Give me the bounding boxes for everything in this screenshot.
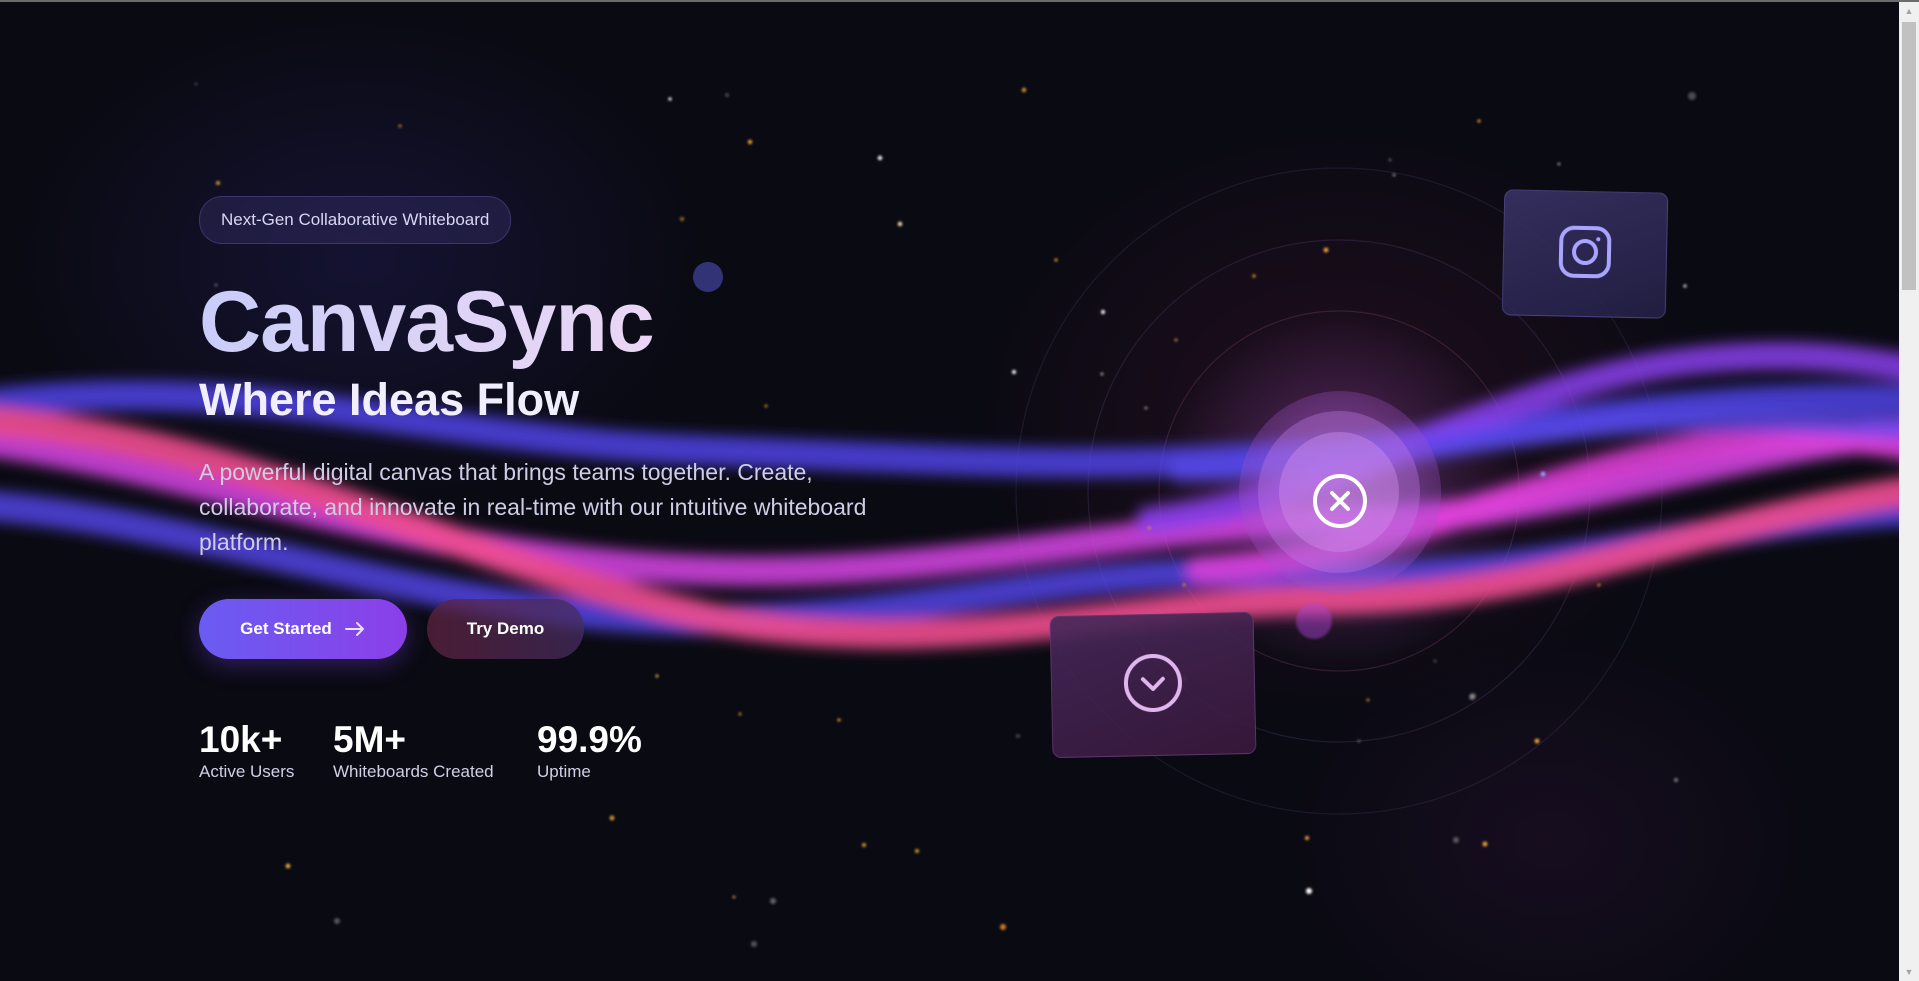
get-started-label: Get Started	[240, 619, 332, 638]
scroll-up-icon[interactable]: ▲	[1899, 2, 1919, 20]
scrollbar-thumb[interactable]	[1902, 22, 1916, 290]
orb-close-button[interactable]	[1278, 441, 1402, 565]
stat-active-users: 10k+ Active Users	[199, 720, 294, 783]
close-circle-icon	[1311, 472, 1369, 535]
chevron-down-circle-icon	[1121, 651, 1184, 719]
floating-card-instagram	[1501, 189, 1669, 319]
accent-dot	[1296, 603, 1332, 639]
stat-label: Whiteboards Created	[333, 762, 494, 781]
window-top-border	[0, 0, 1919, 2]
try-demo-button[interactable]: Try Demo	[427, 599, 584, 659]
arrow-right-icon	[344, 621, 366, 637]
stat-uptime: 99.9% Uptime	[537, 720, 642, 783]
tagline-badge: Next-Gen Collaborative Whiteboard	[199, 196, 512, 244]
hero-section: Next-Gen Collaborative Whiteboard CanvaS…	[0, 0, 1899, 981]
stat-value: 99.9%	[537, 719, 642, 760]
page-title: CanvaSync	[199, 274, 655, 370]
instagram-icon	[1557, 224, 1612, 284]
get-started-button[interactable]: Get Started	[199, 599, 407, 659]
scroll-down-icon[interactable]: ▼	[1899, 963, 1919, 981]
stat-label: Active Users	[199, 762, 295, 781]
hero-subtitle: Where Ideas Flow	[199, 374, 580, 425]
stat-value: 5M+	[333, 719, 407, 760]
accent-dot	[693, 262, 723, 292]
stat-whiteboards-created: 5M+ Whiteboards Created	[333, 720, 494, 783]
stat-label: Uptime	[537, 762, 591, 781]
stat-value: 10k+	[199, 719, 283, 760]
floating-card-chevron	[1049, 611, 1257, 759]
vertical-scrollbar[interactable]: ▲ ▼	[1899, 2, 1919, 981]
hero-description: A powerful digital canvas that brings te…	[199, 459, 867, 555]
